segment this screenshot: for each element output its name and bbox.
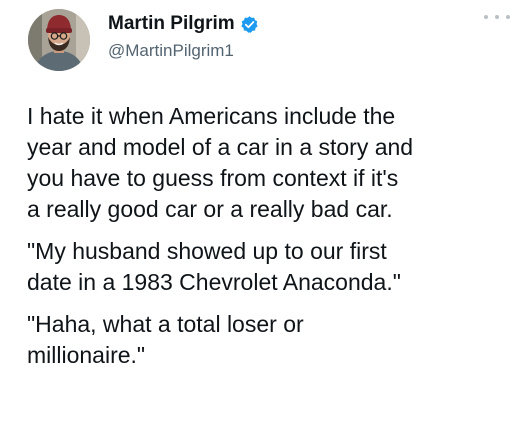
avatar-image: [28, 9, 90, 71]
author-handle[interactable]: @MartinPilgrim1: [108, 41, 234, 61]
more-options-icon[interactable]: [484, 10, 510, 24]
tweet-paragraph: I hate it when Americans include the yea…: [27, 103, 414, 222]
tweet-paragraph: "My husband showed up to our first date …: [27, 238, 401, 295]
author-name-row: Martin Pilgrim: [108, 13, 259, 35]
author-display-name[interactable]: Martin Pilgrim: [108, 13, 235, 35]
avatar[interactable]: [28, 9, 90, 71]
more-dot: [495, 15, 499, 19]
tweet-text: I hate it when Americans include the yea…: [27, 101, 519, 382]
more-dot: [484, 15, 488, 19]
tweet-card: Martin Pilgrim @MartinPilgrim1 I hate it…: [0, 0, 531, 434]
tweet-paragraph: "Haha, what a total loser or millionaire…: [27, 311, 304, 368]
verified-badge-icon: [240, 15, 259, 34]
more-dot: [506, 15, 510, 19]
